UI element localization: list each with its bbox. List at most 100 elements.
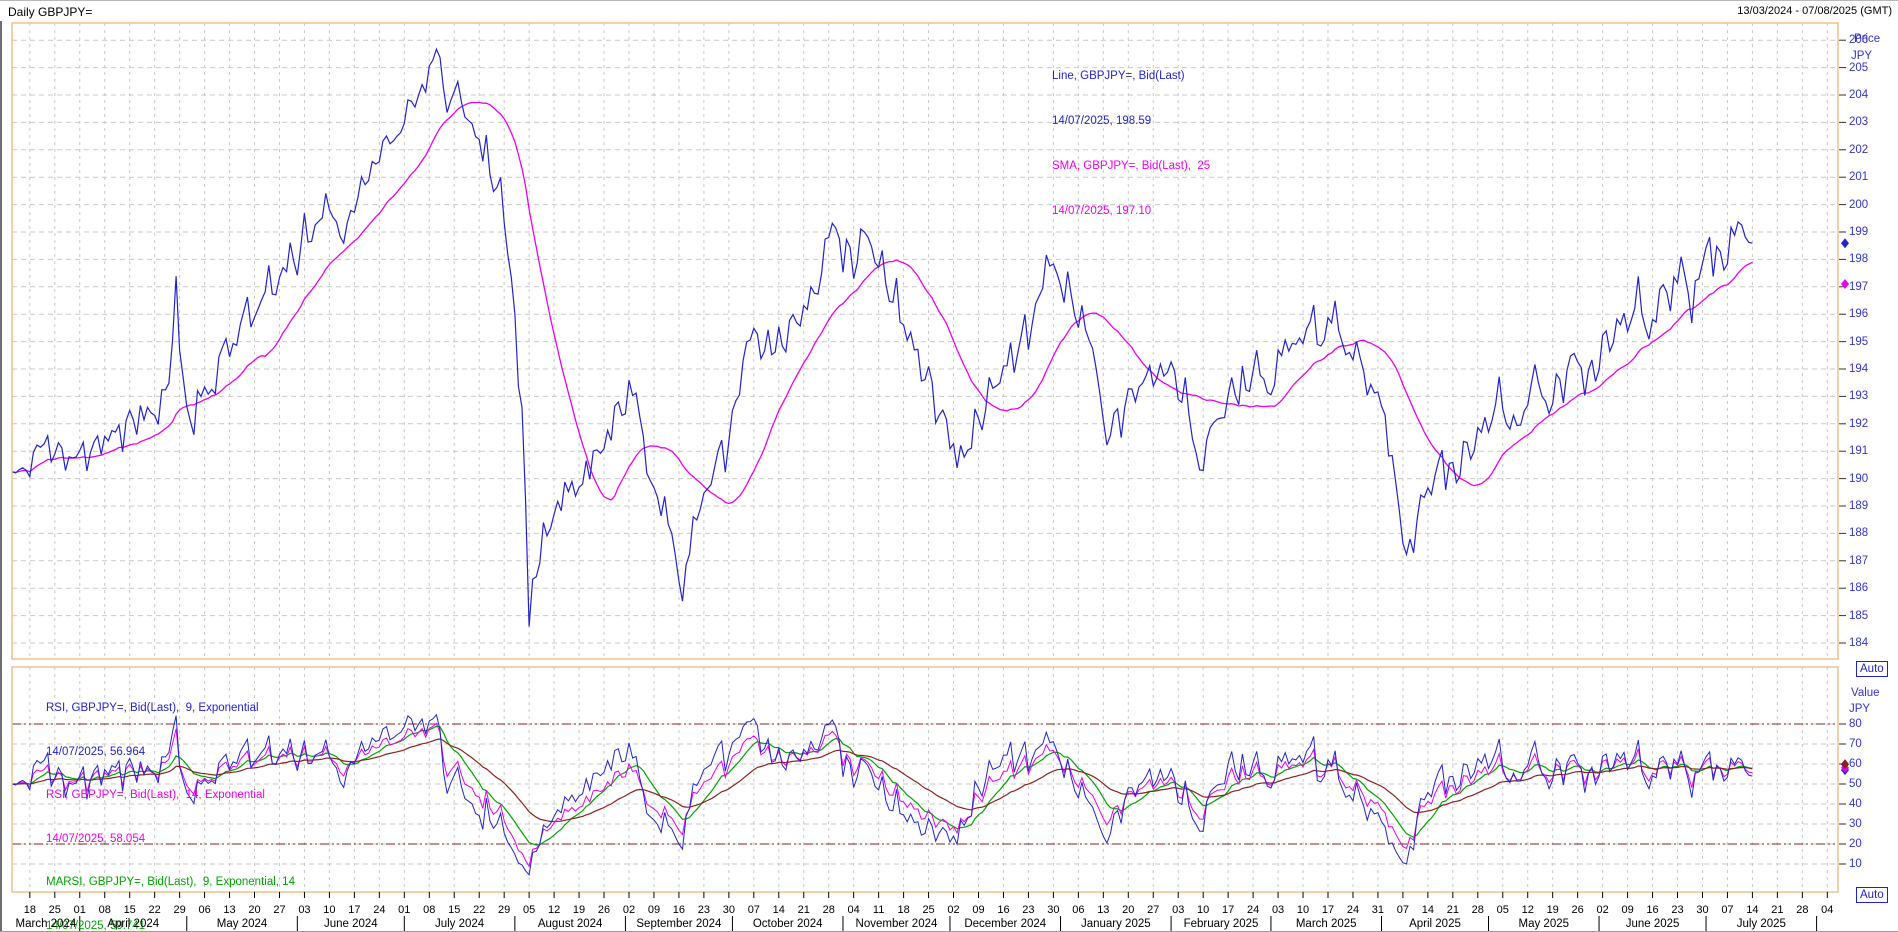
price-tick-label: 190 <box>1849 473 1868 485</box>
chart-window: Daily GBPJPY= 13/03/2024 - 07/08/2025 (G… <box>0 0 1898 932</box>
legend-line-sma: SMA, GBPJPY=, Bid(Last), 25 <box>1052 159 1210 174</box>
x-axis-day-label: 27 <box>273 904 285 916</box>
main-panel-border <box>12 23 1838 659</box>
value-axis-unit: JPY <box>1849 703 1870 715</box>
x-axis-day-label: 01 <box>398 904 410 916</box>
x-axis-month-label: December 2024 <box>964 918 1046 930</box>
x-axis-month-label: January 2025 <box>1081 918 1151 930</box>
legend-line-price: Line, GBPJPY=, Bid(Last) <box>1052 69 1210 84</box>
x-axis-day-label: 10 <box>1197 904 1209 916</box>
price-tick-label: 196 <box>1849 308 1868 320</box>
x-axis-day-label: 15 <box>124 904 136 916</box>
x-axis-day-label: 02 <box>1596 904 1608 916</box>
price-axis-auto-button[interactable]: Auto <box>1856 661 1888 677</box>
x-axis-month-label: October 2024 <box>753 918 823 930</box>
x-axis-day-label: 11 <box>873 904 884 916</box>
x-axis-day-label: 22 <box>149 904 161 916</box>
x-axis-day-label: 16 <box>673 904 685 916</box>
x-axis-month-label: May 2024 <box>217 918 268 930</box>
legend-rsi14: RSI, GBPJPY=, Bid(Last), 14, Exponential <box>46 788 301 803</box>
x-axis-day-label: 31 <box>1372 904 1384 916</box>
price-last-marker-0 <box>1841 238 1849 248</box>
x-axis-day-label: 12 <box>548 904 560 916</box>
x-axis-day-label: 16 <box>997 904 1009 916</box>
x-axis-month-label: August 2024 <box>538 918 603 930</box>
x-axis-day-label: 02 <box>623 904 635 916</box>
x-axis-month-label: February 2025 <box>1184 918 1259 930</box>
x-axis-day-label: 01 <box>74 904 86 916</box>
price-last-marker-1 <box>1841 279 1849 289</box>
x-axis-day-label: 16 <box>1646 904 1658 916</box>
x-axis-month-label: July 2025 <box>1737 918 1786 930</box>
x-axis-day-label: 06 <box>1072 904 1084 916</box>
x-axis-day-label: 28 <box>1472 904 1484 916</box>
x-axis-day-label: 30 <box>1696 904 1708 916</box>
x-axis-day-label: 02 <box>947 904 959 916</box>
price-tick-label: 203 <box>1849 116 1868 128</box>
axis-ticks <box>30 40 1846 931</box>
price-tick-label: 199 <box>1849 226 1868 238</box>
value-axis-auto-button[interactable]: Auto <box>1856 887 1888 903</box>
x-axis-day-label: 17 <box>348 904 360 916</box>
x-axis-day-label: 07 <box>748 904 760 916</box>
x-axis-day-label: 21 <box>798 904 810 916</box>
x-axis-day-label: 20 <box>248 904 260 916</box>
x-axis-day-label: 25 <box>922 904 934 916</box>
price-tick-label: 202 <box>1849 144 1868 156</box>
legend-rsi9: RSI, GBPJPY=, Bid(Last), 9, Exponential <box>46 701 301 716</box>
x-axis-day-label: 23 <box>698 904 710 916</box>
price-tick-label: 192 <box>1849 418 1868 430</box>
x-axis-day-label: 04 <box>848 904 860 916</box>
x-axis-day-label: 15 <box>448 904 460 916</box>
x-axis-day-label: 10 <box>1297 904 1309 916</box>
value-tick-label: 10 <box>1849 858 1862 870</box>
x-axis-day-label: 03 <box>1172 904 1184 916</box>
price-tick-label: 187 <box>1849 555 1868 567</box>
price-tick-label: 189 <box>1849 500 1868 512</box>
x-axis-day-label: 05 <box>523 904 535 916</box>
price-tick-label: 185 <box>1849 610 1868 622</box>
x-axis-day-label: 21 <box>1771 904 1783 916</box>
x-axis-day-label: 25 <box>49 904 61 916</box>
x-axis-month-label: June 2024 <box>324 918 378 930</box>
x-axis-day-label: 26 <box>1572 904 1584 916</box>
price-tick-label: 197 <box>1849 281 1868 293</box>
x-axis-day-label: 03 <box>1272 904 1284 916</box>
value-tick-label: 30 <box>1849 818 1862 830</box>
x-axis-day-label: 08 <box>423 904 435 916</box>
x-axis-day-label: 12 <box>1522 904 1534 916</box>
x-axis-day-label: 09 <box>972 904 984 916</box>
price-tick-label: 204 <box>1849 89 1868 101</box>
x-axis-day-label: 19 <box>573 904 585 916</box>
legend-marsi9: MARSI, GBPJPY=, Bid(Last), 9, Exponentia… <box>46 875 301 890</box>
x-axis-day-label: 09 <box>1621 904 1633 916</box>
x-axis-day-label: 06 <box>198 904 210 916</box>
x-axis-day-label: 17 <box>1222 904 1234 916</box>
x-axis-month-label: April 2024 <box>107 918 159 930</box>
x-axis-day-label: 07 <box>1397 904 1409 916</box>
price-tick-label: 201 <box>1849 171 1868 183</box>
value-tick-label: 60 <box>1849 758 1862 770</box>
x-axis-day-label: 20 <box>1122 904 1134 916</box>
x-axis-day-label: 22 <box>473 904 485 916</box>
sma-line <box>12 102 1752 503</box>
price-tick-label: 191 <box>1849 445 1868 457</box>
price-tick-label: 195 <box>1849 336 1868 348</box>
last-value-markers <box>1841 238 1849 775</box>
x-axis-day-label: 24 <box>373 904 385 916</box>
x-axis-day-label: 13 <box>223 904 235 916</box>
main-series <box>12 49 1752 626</box>
x-axis-day-label: 29 <box>498 904 510 916</box>
x-axis-day-label: 30 <box>723 904 735 916</box>
x-axis-day-label: 23 <box>1671 904 1683 916</box>
x-axis-day-label: 28 <box>823 904 835 916</box>
x-axis-day-label: 09 <box>648 904 660 916</box>
value-tick-label: 70 <box>1849 738 1862 750</box>
x-axis-month-label: April 2025 <box>1409 918 1461 930</box>
x-axis-day-label: 03 <box>298 904 310 916</box>
price-tick-label: 206 <box>1849 34 1868 46</box>
x-axis-day-label: 19 <box>1547 904 1559 916</box>
legend-sma-last-value: 14/07/2025, 197.10 <box>1052 204 1210 219</box>
x-axis-day-label: 17 <box>1322 904 1334 916</box>
x-axis-day-label: 18 <box>897 904 909 916</box>
